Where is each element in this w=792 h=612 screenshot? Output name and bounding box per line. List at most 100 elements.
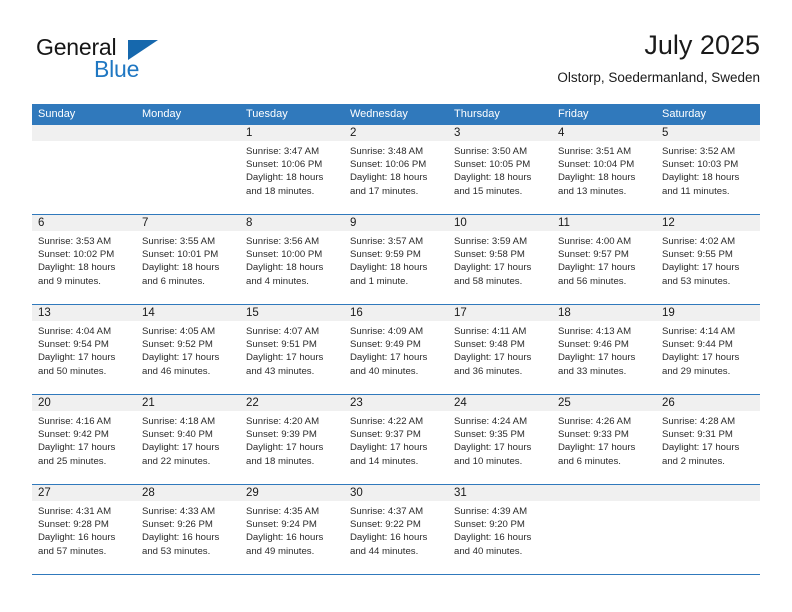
calendar-body: 1 Sunrise: 3:47 AM Sunset: 10:06 PM Dayligh… bbox=[32, 125, 760, 575]
day-cell[interactable]: 29 Sunrise: 4:35 AM Sunset: 9:24 PM Dayligh… bbox=[240, 485, 344, 574]
sunrise-text: Sunrise: 3:51 AM bbox=[558, 146, 632, 157]
daylight-text: Daylight: 18 hours bbox=[350, 262, 428, 274]
daylight-text: Daylight: 16 hours bbox=[142, 532, 220, 544]
day-cell[interactable]: 19 Sunrise: 4:14 AM Sunset: 9:44 PM Dayligh… bbox=[656, 305, 760, 394]
day-details: Sunrise: 4:35 AM Sunset: 9:24 PM Daylight:… bbox=[240, 501, 344, 558]
sunset-text: Sunset: 9:22 PM bbox=[350, 519, 421, 531]
day-cell[interactable]: 14 Sunrise: 4:05 AM Sunset: 9:52 PM Dayligh… bbox=[136, 305, 240, 394]
day-details: Sunrise: 4:24 AM Sunset: 9:35 PM Daylight:… bbox=[448, 411, 552, 468]
day-number: 11 bbox=[552, 215, 656, 231]
day-number: 13 bbox=[32, 305, 136, 321]
week-row: 13 Sunrise: 4:04 AM Sunset: 9:54 PM Dayligh… bbox=[32, 305, 760, 395]
sunset-text: Sunset: 10:04 PM bbox=[558, 159, 635, 171]
day-cell[interactable]: 25 Sunrise: 4:26 AM Sunset: 9:33 PM Dayligh… bbox=[552, 395, 656, 484]
day-cell[interactable]: 6 Sunrise: 3:53 AM Sunset: 10:02 PM Dayligh… bbox=[32, 215, 136, 304]
day-details: Sunrise: 4:37 AM Sunset: 9:22 PM Daylight:… bbox=[344, 501, 448, 558]
sunrise-text: Sunrise: 4:07 AM bbox=[246, 326, 320, 337]
day-cell[interactable]: 13 Sunrise: 4:04 AM Sunset: 9:54 PM Dayligh… bbox=[32, 305, 136, 394]
day-number: 30 bbox=[344, 485, 448, 501]
sunset-text: Sunset: 9:52 PM bbox=[142, 339, 213, 351]
sunrise-text: Sunrise: 3:50 AM bbox=[454, 146, 528, 157]
day-number: 7 bbox=[136, 215, 240, 231]
daylight-text: and 1 minute. bbox=[350, 275, 409, 287]
daylight-text: and 18 minutes. bbox=[246, 455, 315, 467]
day-number: 22 bbox=[240, 395, 344, 411]
day-details: Sunrise: 3:53 AM Sunset: 10:02 PM Daylight… bbox=[32, 231, 136, 288]
day-cell[interactable]: 28 Sunrise: 4:33 AM Sunset: 9:26 PM Dayligh… bbox=[136, 485, 240, 574]
sunrise-text: Sunrise: 4:16 AM bbox=[38, 416, 112, 427]
day-cell[interactable]: 31 Sunrise: 4:39 AM Sunset: 9:20 PM Dayligh… bbox=[448, 485, 552, 574]
calendar-page: General Blue July 2025 Olstorp, Soederma… bbox=[0, 0, 792, 612]
day-cell[interactable]: 23 Sunrise: 4:22 AM Sunset: 9:37 PM Dayligh… bbox=[344, 395, 448, 484]
daylight-text: Daylight: 17 hours bbox=[38, 442, 116, 454]
sunset-text: Sunset: 10:01 PM bbox=[142, 249, 219, 261]
day-cell[interactable]: 30 Sunrise: 4:37 AM Sunset: 9:22 PM Dayligh… bbox=[344, 485, 448, 574]
sunrise-text: Sunrise: 3:59 AM bbox=[454, 236, 528, 247]
day-cell[interactable]: 11 Sunrise: 4:00 AM Sunset: 9:57 PM Dayligh… bbox=[552, 215, 656, 304]
sunset-text: Sunset: 9:58 PM bbox=[454, 249, 525, 261]
day-cell-empty bbox=[32, 125, 136, 214]
sunrise-text: Sunrise: 4:28 AM bbox=[662, 416, 736, 427]
daylight-text: Daylight: 18 hours bbox=[246, 262, 324, 274]
day-cell[interactable]: 12 Sunrise: 4:02 AM Sunset: 9:55 PM Dayligh… bbox=[656, 215, 760, 304]
weekday-header-tuesday: Tuesday bbox=[246, 108, 288, 120]
day-cell[interactable]: 3 Sunrise: 3:50 AM Sunset: 10:05 PM Dayligh… bbox=[448, 125, 552, 214]
day-cell[interactable]: 26 Sunrise: 4:28 AM Sunset: 9:31 PM Dayligh… bbox=[656, 395, 760, 484]
week-row: 27 Sunrise: 4:31 AM Sunset: 9:28 PM Dayligh… bbox=[32, 485, 760, 575]
daylight-text: and 15 minutes. bbox=[454, 185, 523, 197]
day-cell[interactable]: 18 Sunrise: 4:13 AM Sunset: 9:46 PM Dayligh… bbox=[552, 305, 656, 394]
daylight-text: Daylight: 17 hours bbox=[662, 352, 740, 364]
day-cell[interactable]: 8 Sunrise: 3:56 AM Sunset: 10:00 PM Dayligh… bbox=[240, 215, 344, 304]
sunset-text: Sunset: 9:40 PM bbox=[142, 429, 213, 441]
daylight-text: and 13 minutes. bbox=[558, 185, 627, 197]
day-cell[interactable]: 7 Sunrise: 3:55 AM Sunset: 10:01 PM Dayligh… bbox=[136, 215, 240, 304]
day-cell[interactable]: 21 Sunrise: 4:18 AM Sunset: 9:40 PM Dayligh… bbox=[136, 395, 240, 484]
day-number: 3 bbox=[448, 125, 552, 141]
daylight-text: Daylight: 17 hours bbox=[246, 442, 324, 454]
daylight-text: and 25 minutes. bbox=[38, 455, 107, 467]
day-number: 31 bbox=[448, 485, 552, 501]
weekday-header-saturday: Saturday bbox=[662, 108, 707, 120]
day-number: 24 bbox=[448, 395, 552, 411]
day-number: 10 bbox=[448, 215, 552, 231]
day-number: 16 bbox=[344, 305, 448, 321]
day-cell[interactable]: 24 Sunrise: 4:24 AM Sunset: 9:35 PM Dayligh… bbox=[448, 395, 552, 484]
day-details: Sunrise: 4:31 AM Sunset: 9:28 PM Daylight:… bbox=[32, 501, 136, 558]
day-cell[interactable]: 10 Sunrise: 3:59 AM Sunset: 9:58 PM Dayligh… bbox=[448, 215, 552, 304]
day-cell[interactable]: 16 Sunrise: 4:09 AM Sunset: 9:49 PM Dayligh… bbox=[344, 305, 448, 394]
daylight-text: Daylight: 16 hours bbox=[38, 532, 116, 544]
daylight-text: Daylight: 16 hours bbox=[350, 532, 428, 544]
day-cell[interactable]: 17 Sunrise: 4:11 AM Sunset: 9:48 PM Dayligh… bbox=[448, 305, 552, 394]
sunset-text: Sunset: 9:51 PM bbox=[246, 339, 317, 351]
day-cell[interactable]: 1 Sunrise: 3:47 AM Sunset: 10:06 PM Dayligh… bbox=[240, 125, 344, 214]
day-cell[interactable]: 27 Sunrise: 4:31 AM Sunset: 9:28 PM Dayligh… bbox=[32, 485, 136, 574]
day-cell[interactable]: 9 Sunrise: 3:57 AM Sunset: 9:59 PM Daylight… bbox=[344, 215, 448, 304]
sunrise-text: Sunrise: 4:11 AM bbox=[454, 326, 527, 337]
sunset-text: Sunset: 10:06 PM bbox=[246, 159, 323, 171]
day-cell[interactable]: 4 Sunrise: 3:51 AM Sunset: 10:04 PM Dayligh… bbox=[552, 125, 656, 214]
daylight-text: and 58 minutes. bbox=[454, 275, 523, 287]
daylight-text: and 2 minutes. bbox=[662, 455, 725, 467]
sunrise-text: Sunrise: 4:35 AM bbox=[246, 506, 320, 517]
sunset-text: Sunset: 10:00 PM bbox=[246, 249, 323, 261]
day-details: Sunrise: 4:20 AM Sunset: 9:39 PM Daylight:… bbox=[240, 411, 344, 468]
daylight-text: Daylight: 17 hours bbox=[454, 262, 532, 274]
general-blue-logo[interactable]: General Blue bbox=[36, 34, 236, 90]
daylight-text: and 40 minutes. bbox=[454, 545, 523, 557]
day-cell[interactable]: 20 Sunrise: 4:16 AM Sunset: 9:42 PM Dayligh… bbox=[32, 395, 136, 484]
day-details: Sunrise: 3:59 AM Sunset: 9:58 PM Daylight:… bbox=[448, 231, 552, 288]
daylight-text: and 33 minutes. bbox=[558, 365, 627, 377]
day-cell[interactable]: 22 Sunrise: 4:20 AM Sunset: 9:39 PM Dayligh… bbox=[240, 395, 344, 484]
day-cell[interactable]: 5 Sunrise: 3:52 AM Sunset: 10:03 PM Dayligh… bbox=[656, 125, 760, 214]
daylight-text: and 44 minutes. bbox=[350, 545, 419, 557]
sunrise-text: Sunrise: 3:48 AM bbox=[350, 146, 424, 157]
sunrise-text: Sunrise: 3:47 AM bbox=[246, 146, 320, 157]
day-cell[interactable]: 2 Sunrise: 3:48 AM Sunset: 10:06 PM Dayligh… bbox=[344, 125, 448, 214]
day-number: 9 bbox=[344, 215, 448, 231]
day-details: Sunrise: 4:02 AM Sunset: 9:55 PM Daylight:… bbox=[656, 231, 760, 288]
day-details: Sunrise: 4:05 AM Sunset: 9:52 PM Daylight:… bbox=[136, 321, 240, 378]
day-details: Sunrise: 4:00 AM Sunset: 9:57 PM Daylight:… bbox=[552, 231, 656, 288]
day-cell[interactable]: 15 Sunrise: 4:07 AM Sunset: 9:51 PM Dayligh… bbox=[240, 305, 344, 394]
day-number: 12 bbox=[656, 215, 760, 231]
sunrise-text: Sunrise: 4:39 AM bbox=[454, 506, 528, 517]
